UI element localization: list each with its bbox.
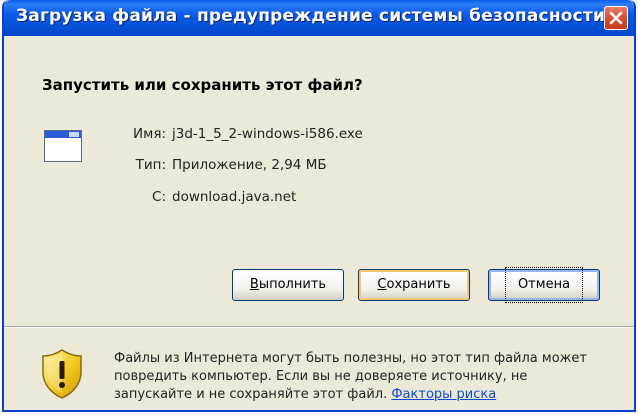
file-source-label: С: — [152, 189, 166, 205]
save-button-mnemonic: С — [377, 277, 387, 292]
dialog-body: Запустить или сохранить этот файл? Имя: … — [4, 36, 634, 410]
file-type-value: Приложение, 2,94 МБ — [172, 157, 327, 173]
run-button[interactable]: Выполнить — [232, 269, 344, 301]
cancel-button-label: Отмена — [504, 267, 584, 303]
title-bar[interactable]: Загрузка файла - предупреждение системы … — [4, 0, 634, 36]
shield-warning-icon — [42, 349, 82, 399]
close-icon — [609, 11, 623, 25]
cancel-button[interactable]: Отмена — [488, 267, 600, 303]
dialog-question: Запустить или сохранить этот файл? — [42, 76, 363, 94]
security-warning-text: Файлы из Интернета могут быть полезны, н… — [114, 350, 604, 404]
file-name-value: j3d-1_5_2-windows-i586.exe — [172, 126, 363, 142]
divider — [4, 326, 634, 328]
file-source-value: download.java.net — [172, 189, 297, 205]
warning-message: Файлы из Интернета могут быть полезны, н… — [114, 351, 587, 402]
file-type-row: Тип: Приложение, 2,94 МБ — [4, 157, 604, 177]
close-button[interactable] — [604, 6, 628, 30]
file-source-row: С: download.java.net — [4, 189, 604, 209]
file-name-label: Имя: — [133, 126, 166, 142]
risk-factors-link[interactable]: Факторы риска — [391, 387, 496, 402]
run-button-label: ыполнить — [258, 277, 327, 292]
save-button[interactable]: Сохранить — [358, 269, 470, 301]
file-name-row: Имя: j3d-1_5_2-windows-i586.exe — [4, 126, 604, 146]
download-security-dialog: Загрузка файла - предупреждение системы … — [2, 0, 636, 412]
file-type-label: Тип: — [135, 157, 166, 173]
run-button-mnemonic: В — [249, 277, 259, 292]
save-button-label: охранить — [386, 277, 451, 292]
window-title: Загрузка файла - предупреждение системы … — [16, 6, 606, 26]
